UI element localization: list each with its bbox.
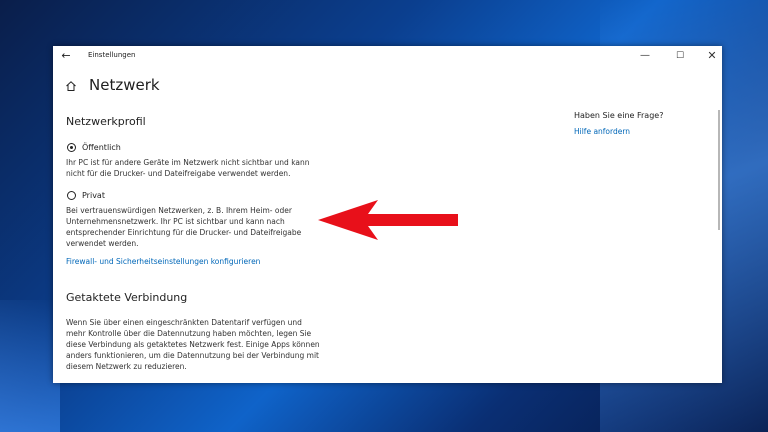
close-button[interactable]: ✕: [700, 48, 722, 64]
private-description: Bei vertrauenswürdigen Netzwerken, z. B.…: [66, 206, 302, 248]
home-icon[interactable]: [65, 80, 77, 92]
radio-private-label[interactable]: Privat: [82, 191, 105, 200]
firewall-settings-link[interactable]: Firewall- und Sicherheitseinstellungen k…: [66, 257, 260, 266]
metered-connection-heading: Getaktete Verbindung: [66, 291, 188, 304]
get-help-link[interactable]: Hilfe anfordern: [574, 127, 630, 136]
network-profile-heading: Netzwerkprofil: [66, 115, 146, 128]
radio-private[interactable]: [67, 191, 76, 200]
title-bar: ← Einstellungen — ☐ ✕: [53, 46, 722, 66]
red-arrow-icon: [318, 200, 458, 240]
minimize-button[interactable]: —: [633, 48, 657, 64]
desktop-light-beam-left: [0, 300, 60, 432]
scrollbar[interactable]: [718, 110, 720, 230]
help-question: Haben Sie eine Frage?: [574, 111, 664, 120]
maximize-button[interactable]: ☐: [668, 48, 692, 64]
window-title: Einstellungen: [88, 51, 136, 59]
radio-public-label[interactable]: Öffentlich: [82, 143, 121, 152]
metered-description: Wenn Sie über einen eingeschränkten Date…: [66, 318, 320, 371]
back-arrow-icon[interactable]: ←: [59, 49, 73, 63]
radio-public[interactable]: [67, 143, 76, 152]
public-description: Ihr PC ist für andere Geräte im Netzwerk…: [66, 158, 310, 178]
page-title: Netzwerk: [89, 76, 160, 94]
